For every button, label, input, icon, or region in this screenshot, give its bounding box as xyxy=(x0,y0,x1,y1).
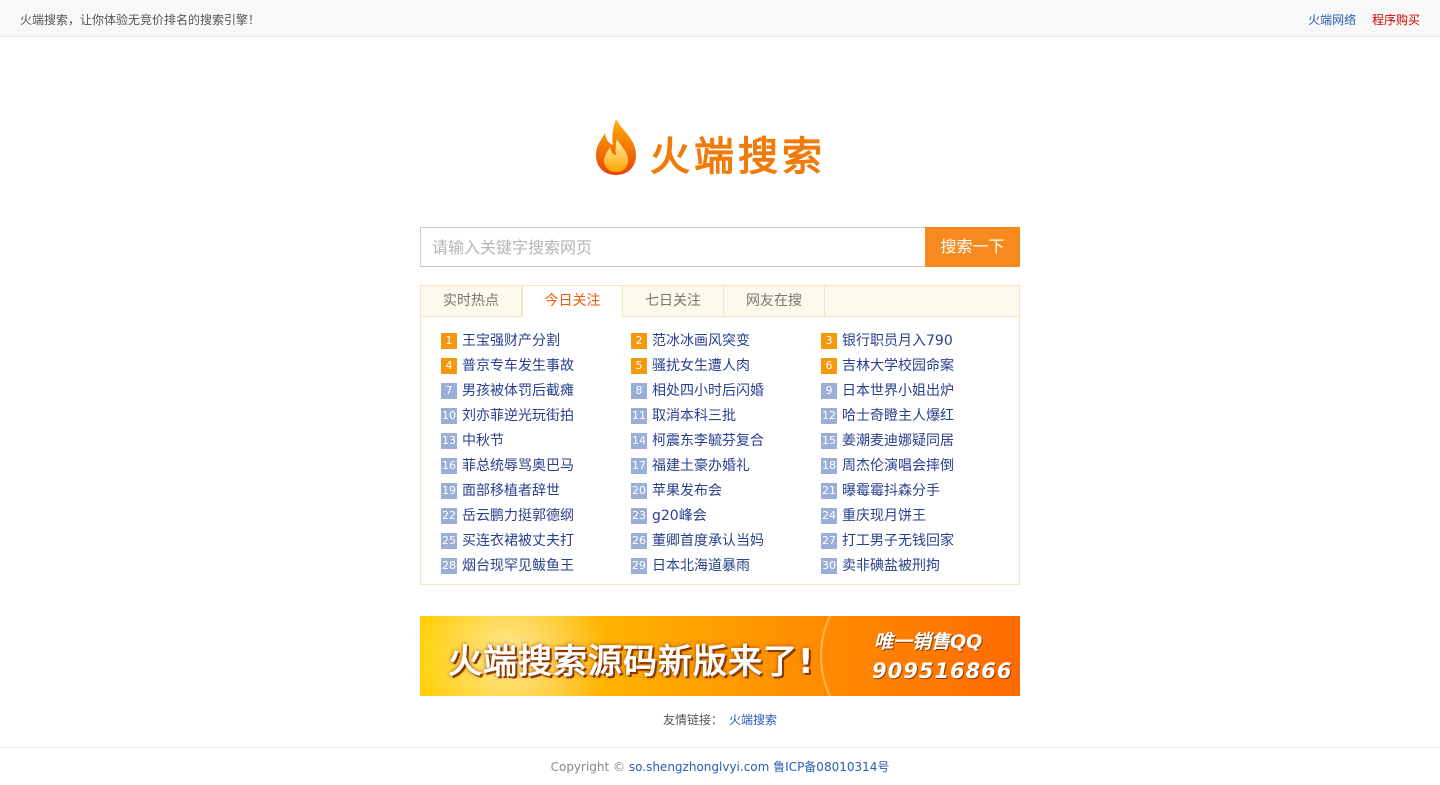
rank-badge: 27 xyxy=(821,533,837,549)
rank-badge: 23 xyxy=(631,508,647,524)
rank-badge: 4 xyxy=(441,358,457,374)
hot-item-label: 取消本科三批 xyxy=(652,408,736,424)
site-slogan: 火端搜索，让你体验无竞价排名的搜索引擎！ xyxy=(20,13,261,27)
friend-link-huoduan[interactable]: 火端搜索 xyxy=(729,713,777,727)
hot-item-label: 岳云鹏力挺郭德纲 xyxy=(462,508,574,524)
rank-badge: 20 xyxy=(631,483,647,499)
hot-item-label: 普京专车发生事故 xyxy=(462,358,574,374)
rank-badge: 3 xyxy=(821,333,837,349)
rank-badge: 9 xyxy=(821,383,837,399)
hot-item-label: 打工男子无钱回家 xyxy=(842,533,954,549)
copyright-text: Copyright © xyxy=(550,760,626,774)
rank-badge: 30 xyxy=(821,558,837,574)
hot-item-label: 骚扰女生遭人肉 xyxy=(652,358,750,374)
rank-badge: 16 xyxy=(441,458,457,474)
tab-seven-day-focus[interactable]: 七日关注 xyxy=(623,286,724,317)
rank-badge: 24 xyxy=(821,508,837,524)
hot-item-label: 面部移植者辞世 xyxy=(462,483,560,499)
rank-badge: 22 xyxy=(441,508,457,524)
footer: Copyright © so.shengzhonglvyi.com 鲁ICP备0… xyxy=(0,747,1440,785)
hot-item-label: 吉林大学校园命案 xyxy=(842,358,954,374)
footer-domain-link[interactable]: so.shengzhonglvyi.com xyxy=(629,760,769,774)
rank-badge: 26 xyxy=(631,533,647,549)
hot-item-label: 买连衣裙被丈夫打 xyxy=(462,533,574,549)
footer-icp-link[interactable]: 鲁ICP备08010314号 xyxy=(773,760,889,774)
top-links: 火端网络 程序购买 xyxy=(1296,11,1420,28)
hot-item-label: 卖非碘盐被刑拘 xyxy=(842,558,940,574)
top-bar: 火端搜索，让你体验无竞价排名的搜索引擎！ 火端网络 程序购买 xyxy=(0,0,1440,37)
hot-item-label: 苹果发布会 xyxy=(652,483,722,499)
rank-badge: 12 xyxy=(821,408,837,424)
banner-title: 火端搜索源码新版来了! xyxy=(448,642,815,682)
search-input[interactable] xyxy=(420,227,926,267)
rank-badge: 29 xyxy=(631,558,647,574)
rank-badge: 14 xyxy=(631,433,647,449)
promo-banner[interactable]: 火端搜索源码新版来了! 唯一销售QQ 909516866 xyxy=(420,616,1020,696)
hot-item-label: 柯震东李毓芬复合 xyxy=(652,433,764,449)
hot-item-label: 相处四小时后闪婚 xyxy=(652,383,764,399)
hot-item-label: 日本北海道暴雨 xyxy=(652,558,750,574)
friend-links: 友情链接： 火端搜索 xyxy=(420,711,1020,728)
hot-item-label: 范冰冰画风突变 xyxy=(652,333,750,349)
hot-item-label: 男孩被体罚后截瘫 xyxy=(462,383,574,399)
rank-badge: 21 xyxy=(821,483,837,499)
search-box: 搜索一下 xyxy=(420,227,1020,267)
rank-badge: 15 xyxy=(821,433,837,449)
rank-badge: 7 xyxy=(441,383,457,399)
hot-item-label: 曝霉霉抖森分手 xyxy=(842,483,940,499)
logo-text: 火端搜索 xyxy=(650,133,826,180)
rank-badge: 8 xyxy=(631,383,647,399)
hot-item-label: 周杰伦演唱会摔倒 xyxy=(842,458,954,474)
hot-item-label: 姜潮麦迪娜疑同居 xyxy=(842,433,954,449)
rank-badge: 5 xyxy=(631,358,647,374)
rank-badge: 19 xyxy=(441,483,457,499)
rank-badge: 13 xyxy=(441,433,457,449)
rank-badge: 25 xyxy=(441,533,457,549)
rank-badge: 11 xyxy=(631,408,647,424)
rank-badge: 28 xyxy=(441,558,457,574)
hot-item-label: 菲总统辱骂奥巴马 xyxy=(462,458,574,474)
banner-qq-label: 唯一销售QQ xyxy=(874,631,983,653)
rank-badge: 2 xyxy=(631,333,647,349)
site-logo[interactable]: 火端搜索 xyxy=(592,115,852,181)
rank-badge: 18 xyxy=(821,458,837,474)
hot-item-label: 日本世界小姐出炉 xyxy=(842,383,954,399)
rank-badge: 1 xyxy=(441,333,457,349)
tab-realtime-hot[interactable]: 实时热点 xyxy=(421,286,522,317)
hot-item-label: 王宝强财产分割 xyxy=(462,333,560,349)
link-huoduan-network[interactable]: 火端网络 xyxy=(1308,13,1356,27)
link-buy-program[interactable]: 程序购买 xyxy=(1372,13,1420,27)
hot-item-label: 刘亦菲逆光玩街拍 xyxy=(462,408,574,424)
hot-item-label: 哈士奇瞪主人爆红 xyxy=(842,408,954,424)
hot-topics-panel: 实时热点 今日关注 七日关注 网友在搜 1 王宝强财产分割 2 范冰冰画风突变 3 银行职… xyxy=(420,285,1020,585)
friend-links-label: 友情链接： xyxy=(662,713,723,727)
hot-item-label: 银行职员月入790 xyxy=(842,333,953,349)
rank-badge: 17 xyxy=(631,458,647,474)
hot-item-label: 烟台现罕见鲅鱼王 xyxy=(462,558,574,574)
hot-item-label: 重庆现月饼王 xyxy=(842,508,926,524)
tab-today-focus[interactable]: 今日关注 xyxy=(522,286,623,318)
hot-item-label: g20峰会 xyxy=(652,508,707,524)
flame-icon xyxy=(596,119,636,175)
rank-badge: 6 xyxy=(821,358,837,374)
banner-qq-number: 909516866 xyxy=(872,659,1013,683)
hot-item-label: 董卿首度承认当妈 xyxy=(652,533,764,549)
rank-badge: 10 xyxy=(441,408,457,424)
hot-item-label: 中秋节 xyxy=(462,433,504,449)
hot-tabs: 实时热点 今日关注 七日关注 网友在搜 xyxy=(421,286,1019,318)
search-button[interactable]: 搜索一下 xyxy=(925,227,1020,267)
tab-users-searching[interactable]: 网友在搜 xyxy=(724,286,825,317)
hot-item-label: 福建土豪办婚礼 xyxy=(652,458,750,474)
